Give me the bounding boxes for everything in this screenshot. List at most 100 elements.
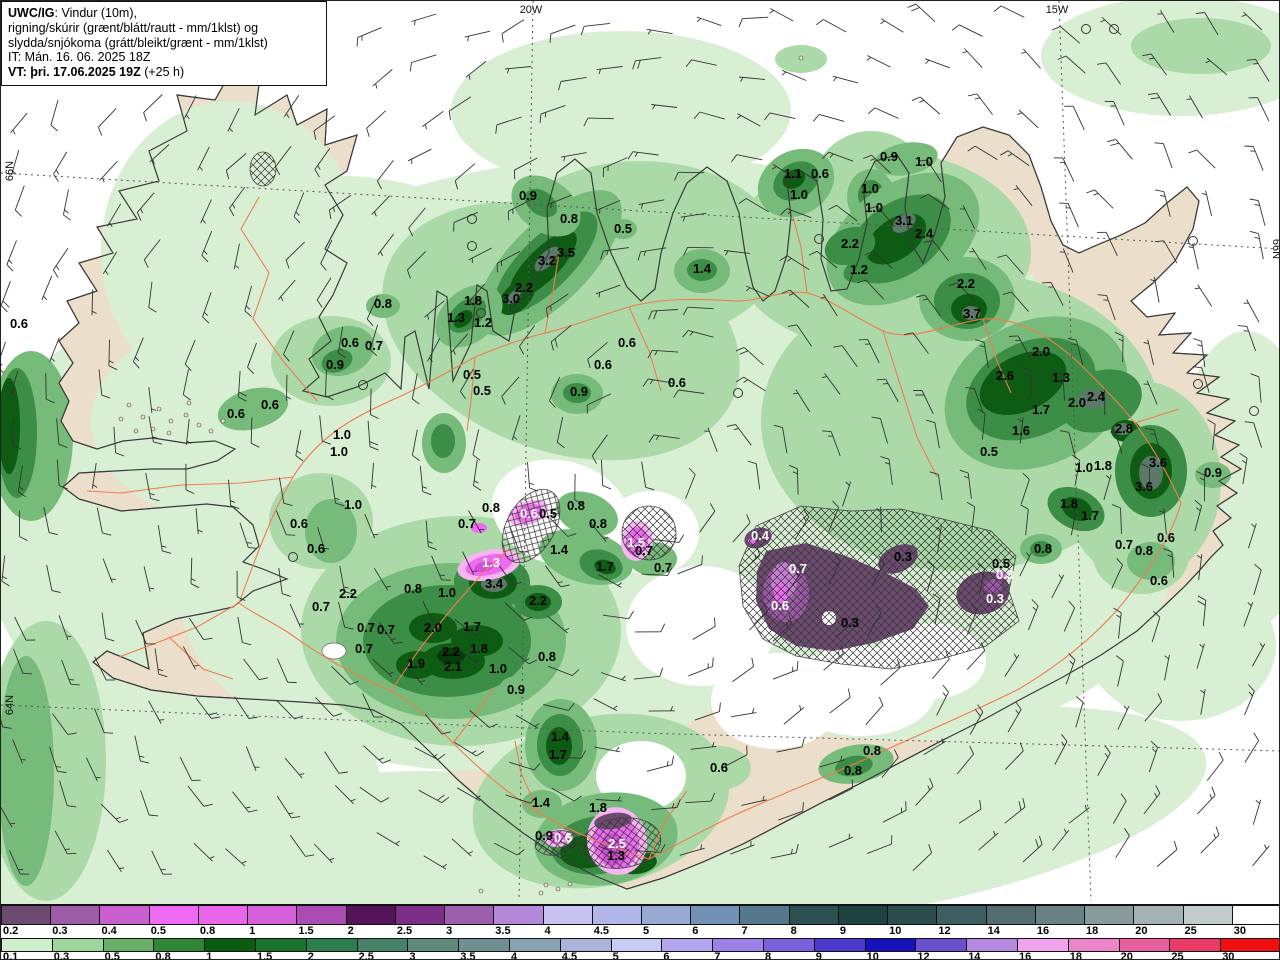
legend-swatch-sleet <box>936 905 987 925</box>
legend-swatch-sleet <box>739 905 790 925</box>
legend-label-rain: 2.5 <box>358 951 374 960</box>
precip-label: 0.7 <box>377 622 395 637</box>
weather-map-frame: 0.6 0.8 0.6 0.7 0.9 0.6 0.6 1.0 1.0 1.0 0.6 0.6 0.9 0… <box>0 0 1280 960</box>
precip-label: 0.6 <box>771 598 789 613</box>
legend-label-rain: 3 <box>409 951 416 960</box>
precip-label: 2.0 <box>1032 344 1050 359</box>
legend-swatch-sleet <box>50 905 101 925</box>
legend-label-rain: 9 <box>815 951 822 960</box>
precip-label: 3.7 <box>963 306 981 321</box>
legend-swatch-sleet <box>788 905 839 925</box>
svg-text:66N: 66N <box>4 161 16 181</box>
legend-swatch-sleet <box>1182 905 1233 925</box>
precip-label: 0.7 <box>312 599 330 614</box>
precip-label: 1.3 <box>1052 370 1070 385</box>
legend-label-rain: 16 <box>1019 951 1032 960</box>
legend-swatch-sleet <box>1034 905 1086 925</box>
precip-label: 1.7 <box>549 747 567 762</box>
legend-swatch-sleet <box>887 905 938 925</box>
precip-label: 0.8 <box>560 211 578 226</box>
legend-swatch-rain <box>356 938 409 952</box>
legend-label-rain: 1 <box>206 951 213 960</box>
precip-label: 1.4 <box>532 795 551 810</box>
precip-label: 0.8 <box>374 296 392 311</box>
legend-label-sleet: 20 <box>1135 925 1148 937</box>
legend-label-rain: 4.5 <box>561 951 578 960</box>
precip-label: 1.0 <box>861 181 879 196</box>
precip-label: 0.5 <box>463 367 481 382</box>
precip-label: 0.6 <box>520 506 538 521</box>
precip-label: 2.0 <box>424 620 442 635</box>
precip-label: 2.6 <box>996 368 1014 383</box>
precip-label: 0.6 <box>710 760 728 775</box>
legend-label-sleet: 4 <box>544 925 551 937</box>
legend-label-sleet: 2.5 <box>396 925 413 937</box>
legend-label-sleet: 6 <box>692 925 699 937</box>
legend-label-sleet: 0.5 <box>150 925 166 937</box>
precip-label: 3.6 <box>1149 455 1167 470</box>
legend-label-rain: 0.8 <box>155 951 171 960</box>
precip-label: 2.2 <box>529 593 547 608</box>
precip-label: 0.6 <box>668 375 686 390</box>
legend-swatch-sleet <box>394 905 446 925</box>
precip-label: 0.5 <box>539 506 557 521</box>
precip-label: 1.8 <box>589 800 607 815</box>
legend-swatch-rain <box>610 938 663 952</box>
precip-label: 0.3 <box>996 567 1014 582</box>
svg-text:20W: 20W <box>520 4 543 16</box>
legend-label-sleet: 3 <box>446 925 453 937</box>
legend-label-rain: 7 <box>714 951 721 960</box>
precip-label: 1.0 <box>865 200 883 215</box>
legend-label-sleet: 18 <box>1086 925 1099 937</box>
precip-label: 1.3 <box>607 848 625 863</box>
precip-label: 0.8 <box>482 500 500 515</box>
precip-label: 1.0 <box>344 497 362 512</box>
precip-label: 1.0 <box>489 661 507 676</box>
precip-label: 0.4 <box>751 528 770 543</box>
precip-label: 0.7 <box>635 543 653 558</box>
precip-label: 0.9 <box>570 384 588 399</box>
precip-label: 1.3 <box>447 310 465 325</box>
legend-label-sleet: 9 <box>839 925 847 937</box>
svg-text:66N: 66N <box>1270 239 1280 259</box>
precip-label: 0.3 <box>841 615 859 630</box>
legend-label-sleet: 10 <box>889 925 902 937</box>
precip-label: 0.7 <box>458 516 476 531</box>
legend-swatch-sleet <box>345 905 396 925</box>
precip-label: 2.0 <box>1068 395 1086 410</box>
precip-label: 0.7 <box>654 560 672 575</box>
legend-swatch-rain <box>458 938 510 952</box>
title-line-3: slydda/snjókoma (grátt/bleikt/grænt - mm… <box>8 35 268 50</box>
precip-label: 1.8 <box>470 641 488 656</box>
legend-label-rain: 30 <box>1222 951 1235 960</box>
precip-label: 1.0 <box>438 585 456 600</box>
title-line-1: UWC/IG: Vindur (10m), <box>8 6 137 20</box>
legend-label-sleet: 14 <box>987 925 1000 937</box>
legend-swatch-sleet <box>197 905 249 925</box>
precip-label: 0.6 <box>10 316 28 331</box>
precip-label: 3.1 <box>895 213 913 228</box>
precip-label: 1.2 <box>474 315 492 330</box>
precip-label: 2.2 <box>957 276 975 291</box>
legend-swatch-rain <box>1017 938 1069 952</box>
legend-swatch-rain <box>915 938 968 952</box>
legend-swatch-rain <box>864 938 917 952</box>
legend-label-rain: 5 <box>612 951 619 960</box>
precip-label: 2.8 <box>1115 421 1133 436</box>
legend-swatch-sleet <box>296 905 347 925</box>
precip-label: 0.9 <box>880 149 898 164</box>
precip-label: 1.8 <box>1094 458 1112 473</box>
legend-swatch-rain <box>1220 938 1279 952</box>
precip-label: 1.7 <box>1081 508 1099 523</box>
precip-label: 0.8 <box>863 743 881 758</box>
legend-label-rain: 4 <box>511 951 518 960</box>
legend-swatch-rain <box>712 938 764 952</box>
legend-label-sleet: 1.5 <box>298 925 314 937</box>
precip-label: 3.0 <box>502 291 520 306</box>
legend-swatch-rain <box>407 938 460 952</box>
legend-label-sleet: 30 <box>1233 925 1246 937</box>
legend-label-rain: 12 <box>917 951 930 960</box>
precip-label: 2.2 <box>442 644 460 659</box>
title-box: UWC/IG: Vindur (10m), rigning/skúrir (gr… <box>1 1 327 86</box>
precip-label: 1.7 <box>463 619 481 634</box>
